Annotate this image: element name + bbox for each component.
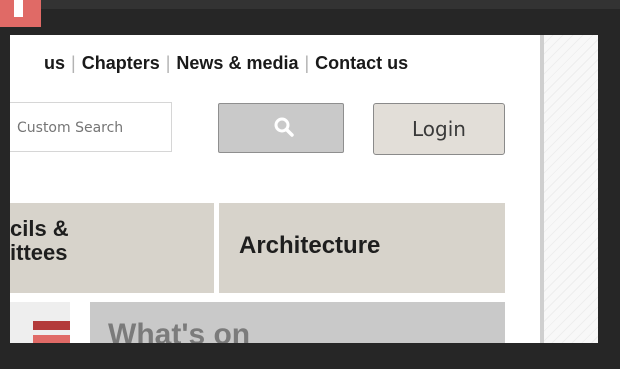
flag-stripe-dark [33, 321, 70, 330]
corner-badge [0, 0, 41, 27]
tile-architecture[interactable]: Architecture [219, 203, 505, 293]
page-content: us|Chapters|News & media|Contact us Logi… [10, 35, 540, 343]
corner-badge-mark [14, 0, 23, 17]
tile-whats-on[interactable]: What's on [90, 302, 505, 343]
nav-link-news-media[interactable]: News & media [176, 53, 298, 74]
search-button[interactable] [218, 103, 344, 153]
right-side-panel [544, 35, 598, 343]
top-navigation: us | Chapters | News & media | Contact us [10, 53, 408, 77]
flag-stripe-light [33, 335, 70, 343]
tile-architecture-label: Architecture [239, 232, 381, 259]
search-input[interactable] [17, 117, 167, 139]
nav-link-chapters[interactable]: Chapters [82, 53, 160, 74]
tile-councils-label: cils & ittees [10, 217, 69, 265]
top-strip [0, 0, 620, 9]
search-field[interactable] [10, 102, 172, 152]
search-icon [274, 117, 294, 137]
nav-separator: | [304, 53, 310, 73]
tile-councils-committees[interactable]: cils & ittees [10, 203, 214, 293]
nav-separator: | [71, 53, 76, 73]
nav-separator: | [165, 53, 171, 73]
nav-link-about-us[interactable]: us [44, 53, 65, 74]
tile-councils-label-line1: cils & [10, 216, 69, 241]
nav-link-contact-us[interactable]: Contact us [315, 53, 408, 74]
tile-councils-label-line2: ittees [10, 240, 68, 265]
login-button[interactable]: Login [373, 103, 505, 155]
flag-graphic [10, 302, 70, 343]
tile-whats-on-label: What's on [108, 318, 251, 343]
